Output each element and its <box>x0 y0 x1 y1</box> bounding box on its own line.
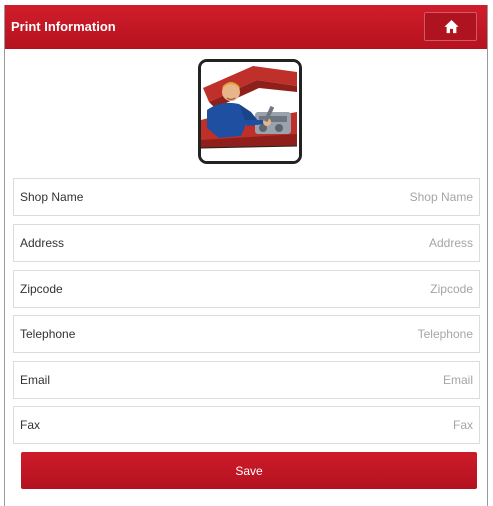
header-bar: Print Information <box>5 5 487 49</box>
email-input[interactable] <box>213 370 473 390</box>
address-label: Address <box>20 236 65 250</box>
mechanic-logo <box>198 59 302 164</box>
zipcode-input[interactable] <box>213 279 473 299</box>
zipcode-label: Zipcode <box>20 282 63 296</box>
home-icon <box>444 19 459 34</box>
address-field: Address <box>13 224 480 262</box>
email-field: Email <box>13 361 480 399</box>
shop-name-input[interactable] <box>213 187 473 207</box>
telephone-field: Telephone <box>13 315 480 353</box>
telephone-label: Telephone <box>20 327 76 341</box>
fax-input[interactable] <box>213 415 473 435</box>
shop-name-label: Shop Name <box>20 190 84 204</box>
shop-name-field: Shop Name <box>13 178 480 216</box>
address-input[interactable] <box>213 233 473 253</box>
save-button[interactable]: Save <box>21 452 477 489</box>
telephone-input[interactable] <box>213 324 473 344</box>
mechanic-illustration <box>201 62 299 161</box>
fax-label: Fax <box>20 418 41 432</box>
email-label: Email <box>20 373 51 387</box>
page-title: Print Information <box>11 19 116 34</box>
fax-field: Fax <box>13 406 480 444</box>
app-window: Print Information Shop Name Shop Name Ad… <box>4 5 488 506</box>
zipcode-field: Zipcode <box>13 270 480 308</box>
home-button[interactable] <box>424 12 477 41</box>
